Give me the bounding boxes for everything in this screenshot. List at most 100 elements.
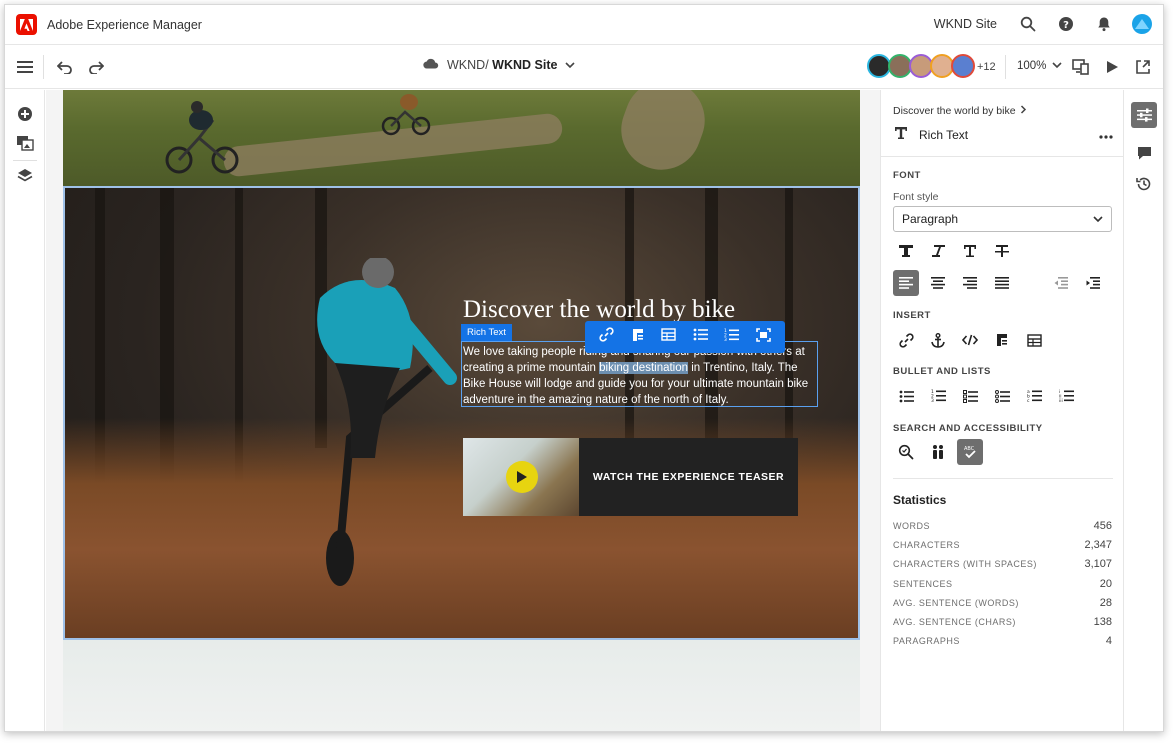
page-breadcrumb[interactable]: WKND/ WKND Site [423,58,576,72]
indent-icon[interactable] [1080,270,1106,296]
component-header: Rich Text [893,122,1113,148]
hero-teaser-selected[interactable]: Discover the world by bike Rich Text We … [63,186,860,640]
properties-panel: Discover the world by bike Rich Text FON… [880,90,1125,731]
help-icon[interactable]: ? [1055,13,1077,35]
alpha-list-icon[interactable]: abc [1021,383,1047,409]
add-icon[interactable] [15,104,35,124]
stat-label: WORDS [893,521,930,531]
video-teaser-card[interactable]: WATCH THE EXPERIENCE TEASER [463,438,798,516]
table-icon[interactable] [661,328,676,346]
history-icon[interactable] [1134,174,1154,194]
numbered-list-icon[interactable]: 123 [724,328,740,347]
find-replace-icon[interactable] [893,439,919,465]
crumb-current: WKND Site [492,58,558,72]
teaser-thumbnail[interactable] [463,438,579,516]
zoom-value: 100% [1017,60,1047,72]
avatar[interactable] [951,54,975,78]
stat-row: SENTENCES 20 [893,578,1112,590]
adobe-logo-icon[interactable] [16,14,37,35]
collaborator-avatars[interactable] [867,54,975,78]
next-section-image[interactable] [63,640,860,731]
more-icon[interactable] [1099,126,1113,144]
redo-icon[interactable] [86,57,106,77]
stat-label: SENTENCES [893,579,953,589]
search-accessibility-buttons: ABC [893,439,989,465]
comments-icon[interactable] [1134,143,1154,163]
paragraph-icon[interactable] [631,328,645,347]
text-format-icon[interactable] [957,238,983,264]
exit-icon[interactable] [1133,57,1153,77]
align-left-icon[interactable] [893,270,919,296]
fullscreen-icon[interactable] [755,327,771,347]
accessibility-icon[interactable] [925,439,951,465]
rider-figure [381,94,431,136]
rich-text-toolbar: 123 [585,321,785,353]
assets-icon[interactable] [15,133,35,153]
font-style-label: Font style [893,191,939,203]
stat-row: AVG. SENTENCE (WORDS) 28 [893,597,1112,609]
checklist-icon[interactable] [957,383,983,409]
left-rail [5,90,45,731]
device-icon[interactable] [1071,57,1091,77]
app-name: Adobe Experience Manager [47,18,202,32]
stat-value: 2,347 [1084,539,1112,551]
panel-breadcrumb[interactable]: Discover the world by bike [893,105,1027,117]
stat-row: WORDS 456 [893,520,1112,532]
link-icon[interactable] [893,327,919,353]
font-style-select[interactable]: Paragraph [893,206,1112,232]
strikethrough-icon[interactable] [989,238,1015,264]
toolbar-divider [43,55,44,79]
bullet-list-icon[interactable] [693,328,708,346]
code-icon[interactable] [957,327,983,353]
user-avatar[interactable] [1131,13,1153,35]
align-right-icon[interactable] [957,270,983,296]
rich-text-tag[interactable]: Rich Text [461,324,512,341]
mountain-biker-figure [317,258,457,586]
chevron-down-icon[interactable] [565,58,576,72]
insert-buttons [893,327,1053,353]
menu-icon[interactable] [15,57,35,77]
hero-top-image[interactable] [63,90,860,186]
avatar-count[interactable]: +12 [977,61,996,73]
table-icon[interactable] [1021,327,1047,353]
numbered-list-icon[interactable]: 123 [925,383,951,409]
crumb-prefix: WKND/ [447,58,489,72]
play-icon[interactable] [1102,57,1122,77]
link-icon[interactable] [599,327,614,347]
bell-icon[interactable] [1093,13,1115,35]
stat-value: 4 [1105,635,1112,647]
teaser-label[interactable]: WATCH THE EXPERIENCE TEASER [579,438,798,516]
anchor-icon[interactable] [925,327,951,353]
insert-section-heading: INSERT [893,310,931,321]
hero-rich-text[interactable]: We love taking people riding and sharing… [463,344,819,408]
layers-icon[interactable] [15,166,35,186]
stat-value: 3,107 [1084,558,1112,570]
outdent-icon[interactable] [1048,270,1074,296]
bold-text-icon[interactable] [893,238,919,264]
play-icon[interactable] [506,461,538,493]
search-icon[interactable] [1017,13,1039,35]
panel-breadcrumb-label: Discover the world by bike [893,105,1016,117]
properties-icon[interactable] [1131,102,1157,128]
zoom-select[interactable]: 100% [1017,60,1062,72]
paragraph-icon[interactable] [989,327,1015,353]
stat-row: CHARACTERS 2,347 [893,539,1112,551]
font-style-value: Paragraph [902,212,959,226]
panel-divider [893,478,1113,479]
svg-text:?: ? [1063,20,1069,31]
shell-bar: Adobe Experience Manager WKND Site ? [5,5,1163,45]
search-section-heading: SEARCH AND ACCESSIBILITY [893,423,1043,434]
roman-list-icon[interactable]: i ii iii [1053,383,1079,409]
site-name[interactable]: WKND Site [934,17,997,31]
italic-text-icon[interactable] [925,238,951,264]
editor-toolbar: WKND/ WKND Site +12 100% [5,45,1163,89]
spellcheck-icon[interactable]: ABC [957,439,983,465]
bullet-list-icon[interactable] [893,383,919,409]
circle-list-icon[interactable] [989,383,1015,409]
text-highlight[interactable]: biking destination [599,362,689,374]
align-center-icon[interactable] [925,270,951,296]
stat-label: PARAGRAPHS [893,636,960,646]
align-justify-icon[interactable] [989,270,1015,296]
undo-icon[interactable] [55,57,75,77]
hero-title[interactable]: Discover the world by bike [463,296,735,324]
